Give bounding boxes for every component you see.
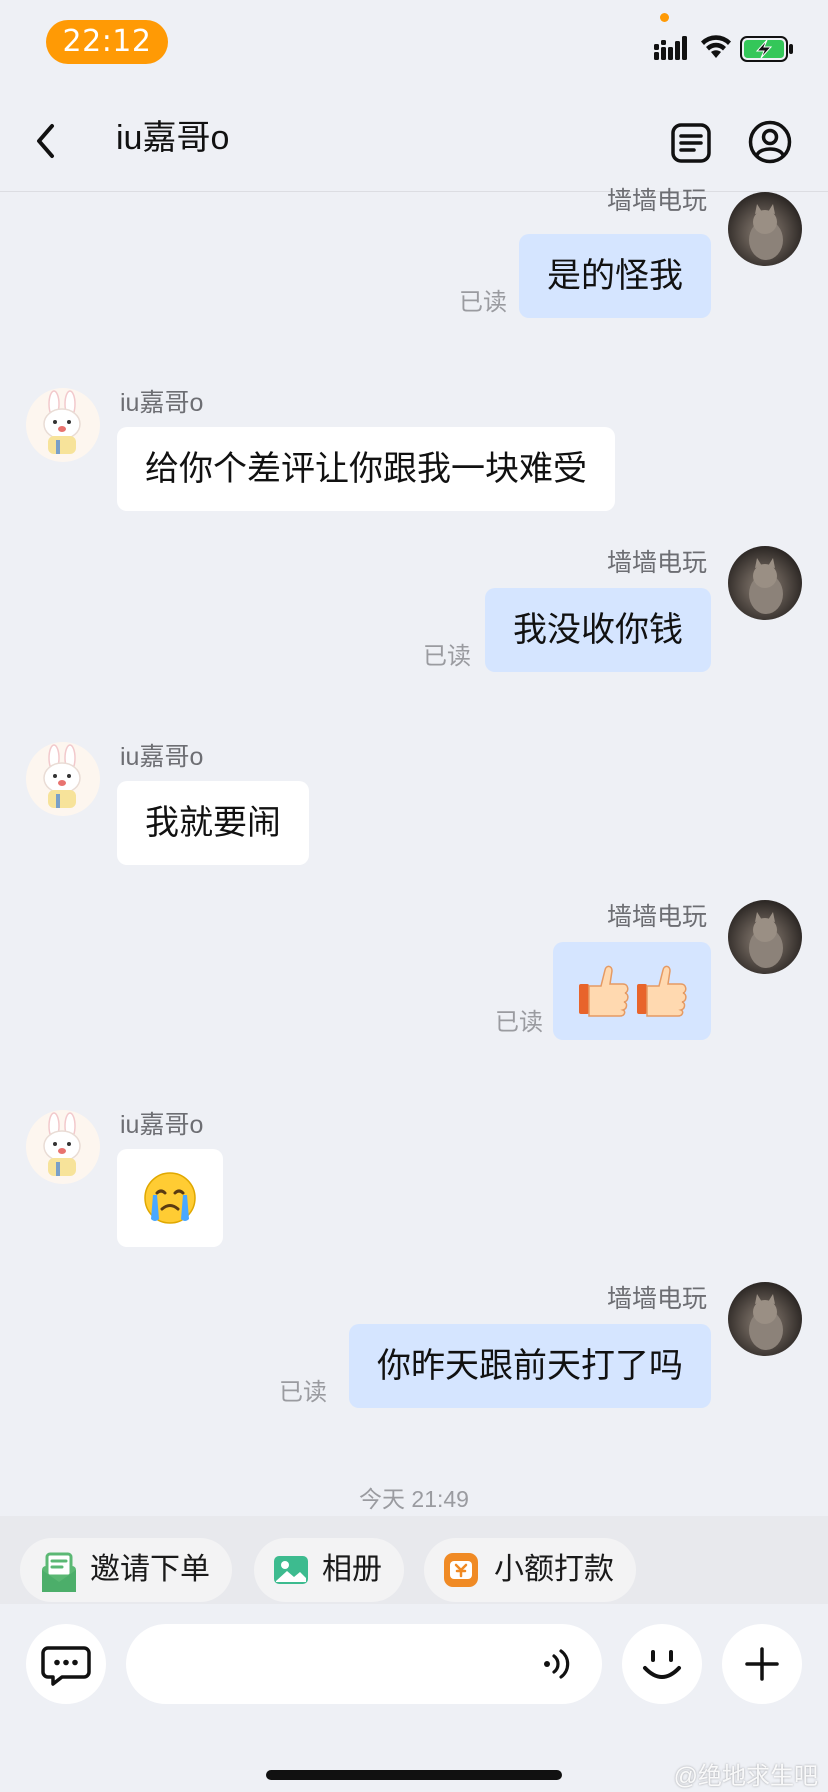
invite-order-label: 邀请下单 [90,1553,210,1586]
sender-name: 墙墙电玩 [606,549,707,577]
status-time: 22:12 [46,20,168,64]
status-bar: 22:12 [0,0,828,86]
order-invite-icon [42,1552,76,1592]
message-list[interactable]: 墙墙电玩 是的怪我 已读 iu嘉哥o 给你个差评让你跟我一块难受 墙墙电玩 我没… [0,187,828,1512]
avatar[interactable] [26,1110,100,1184]
read-receipt: 已读 [423,643,471,670]
crying-face-icon [144,1172,196,1224]
composer-bar: @绝地求生吧 [0,1604,828,1792]
document-list-icon[interactable] [670,122,712,164]
sender-name: 墙墙电玩 [606,187,707,215]
invite-order-button[interactable]: 邀请下单 [20,1538,232,1602]
message-bubble[interactable]: 我没收你钱 [485,588,711,672]
message-input[interactable] [126,1624,602,1704]
message-bubble-emoji[interactable] [117,1149,223,1247]
bunny-avatar-icon [43,390,81,454]
privacy-indicator-dot [660,13,669,22]
battery-charging-icon [740,36,793,62]
more-actions-button[interactable] [722,1624,802,1704]
chat-title: iu嘉哥o [116,119,230,157]
cat-avatar-icon [749,558,783,614]
quick-action-bar: 邀请下单 相册 小额打款 [0,1516,828,1604]
avatar[interactable] [728,546,802,620]
sender-name: 墙墙电玩 [606,903,707,931]
read-receipt: 已读 [459,289,507,316]
thumbs-up-icon [579,965,687,1017]
message-timestamp: 今天 21:49 [359,1486,469,1512]
bunny-avatar-icon [43,1112,81,1176]
message-bubble[interactable]: 你昨天跟前天打了吗 [349,1324,711,1408]
avatar[interactable] [26,388,100,462]
chat-header: iu嘉哥o [0,86,828,192]
avatar[interactable] [728,1282,802,1356]
read-receipt: 已读 [279,1379,327,1406]
chevron-left-icon[interactable] [34,122,58,160]
wifi-icon [701,35,731,58]
avatar[interactable] [26,742,100,816]
quick-reply-button[interactable] [26,1624,106,1704]
chat-bubble-icon [41,1646,91,1686]
message-bubble-emoji[interactable] [553,942,711,1040]
small-payment-button[interactable]: 小额打款 [424,1538,636,1602]
small-payment-icon [444,1553,478,1587]
emoji-button[interactable] [622,1624,702,1704]
sender-name: 墙墙电玩 [606,1285,707,1313]
small-payment-label: 小额打款 [494,1553,614,1586]
message-bubble[interactable]: 我就要闹 [117,781,309,865]
cat-avatar-icon [749,1294,783,1350]
photo-album-button[interactable]: 相册 [254,1538,404,1602]
sender-name: iu嘉哥o [120,743,204,771]
smiley-icon [643,1650,681,1679]
home-indicator[interactable] [266,1770,562,1780]
photo-album-label: 相册 [322,1553,382,1586]
bunny-avatar-icon [43,744,81,808]
plus-icon [745,1647,779,1681]
sender-name: iu嘉哥o [120,1111,204,1139]
voice-input-icon[interactable] [540,1646,576,1682]
message-bubble[interactable]: 给你个差评让你跟我一块难受 [117,427,615,511]
avatar[interactable] [728,900,802,974]
photo-album-icon [274,1556,308,1584]
message-bubble[interactable]: 是的怪我 [519,234,711,318]
cat-avatar-icon [749,912,783,968]
user-circle-icon[interactable] [748,120,792,164]
watermark: @绝地求生吧 [673,1763,818,1790]
sender-name: iu嘉哥o [120,389,204,417]
cat-avatar-icon [749,204,783,260]
read-receipt: 已读 [495,1009,543,1036]
cellular-signal-icon [654,36,687,60]
avatar[interactable] [728,192,802,266]
